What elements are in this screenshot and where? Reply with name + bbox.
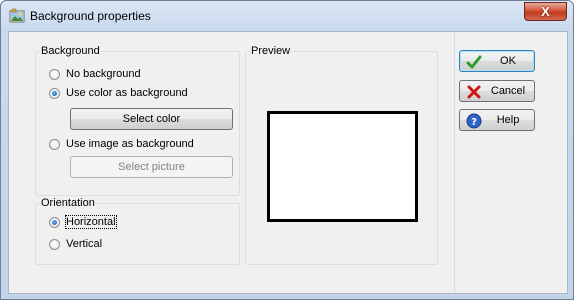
radio-label: No background [66,68,141,80]
cross-icon [466,84,482,100]
svg-text:?: ? [471,117,477,128]
radio-label: Horizontal [65,215,117,229]
radio-button-checked[interactable] [49,87,60,99]
preview-canvas [267,111,418,222]
dialog-window: Background properties X Background No ba… [0,0,574,300]
dialog-client-area: Background No background Use color as ba… [8,31,568,294]
radio-label: Vertical [66,238,103,250]
image-properties-icon [9,8,25,24]
ok-label: OK [500,55,516,67]
radio-button-checked[interactable] [49,216,60,228]
radio-no-background[interactable]: No background [49,66,141,82]
radio-button[interactable] [49,238,60,250]
select-picture-button[interactable]: Select picture [70,156,233,178]
radio-button[interactable] [49,138,60,150]
close-icon: X [541,4,550,19]
cancel-button[interactable]: Cancel [459,80,535,102]
preview-group: Preview [245,46,438,265]
help-icon: ? [466,113,482,129]
radio-label: Use color as background [66,87,188,99]
background-group-legend: Background [41,45,100,57]
help-button[interactable]: ? Help [459,109,535,131]
orientation-group: Orientation [35,198,240,265]
help-label: Help [496,114,520,126]
radio-label: Use image as background [66,138,194,150]
checkmark-icon [466,54,482,70]
radio-horizontal[interactable]: Horizontal [49,214,117,230]
radio-vertical[interactable]: Vertical [49,236,102,252]
preview-group-legend: Preview [251,45,291,57]
radio-use-color[interactable]: Use color as background [49,85,188,101]
ok-button[interactable]: OK [459,50,535,72]
cancel-label: Cancel [490,85,526,97]
radio-use-image[interactable]: Use image as background [49,136,194,152]
window-title: Background properties [30,9,151,23]
select-picture-label: Select picture [118,161,185,173]
radio-button[interactable] [49,68,60,80]
select-color-button[interactable]: Select color [70,108,233,130]
title-bar[interactable]: Background properties X [1,1,573,31]
close-button[interactable]: X [524,2,567,21]
orientation-group-legend: Orientation [41,197,95,209]
select-color-label: Select color [122,113,181,125]
